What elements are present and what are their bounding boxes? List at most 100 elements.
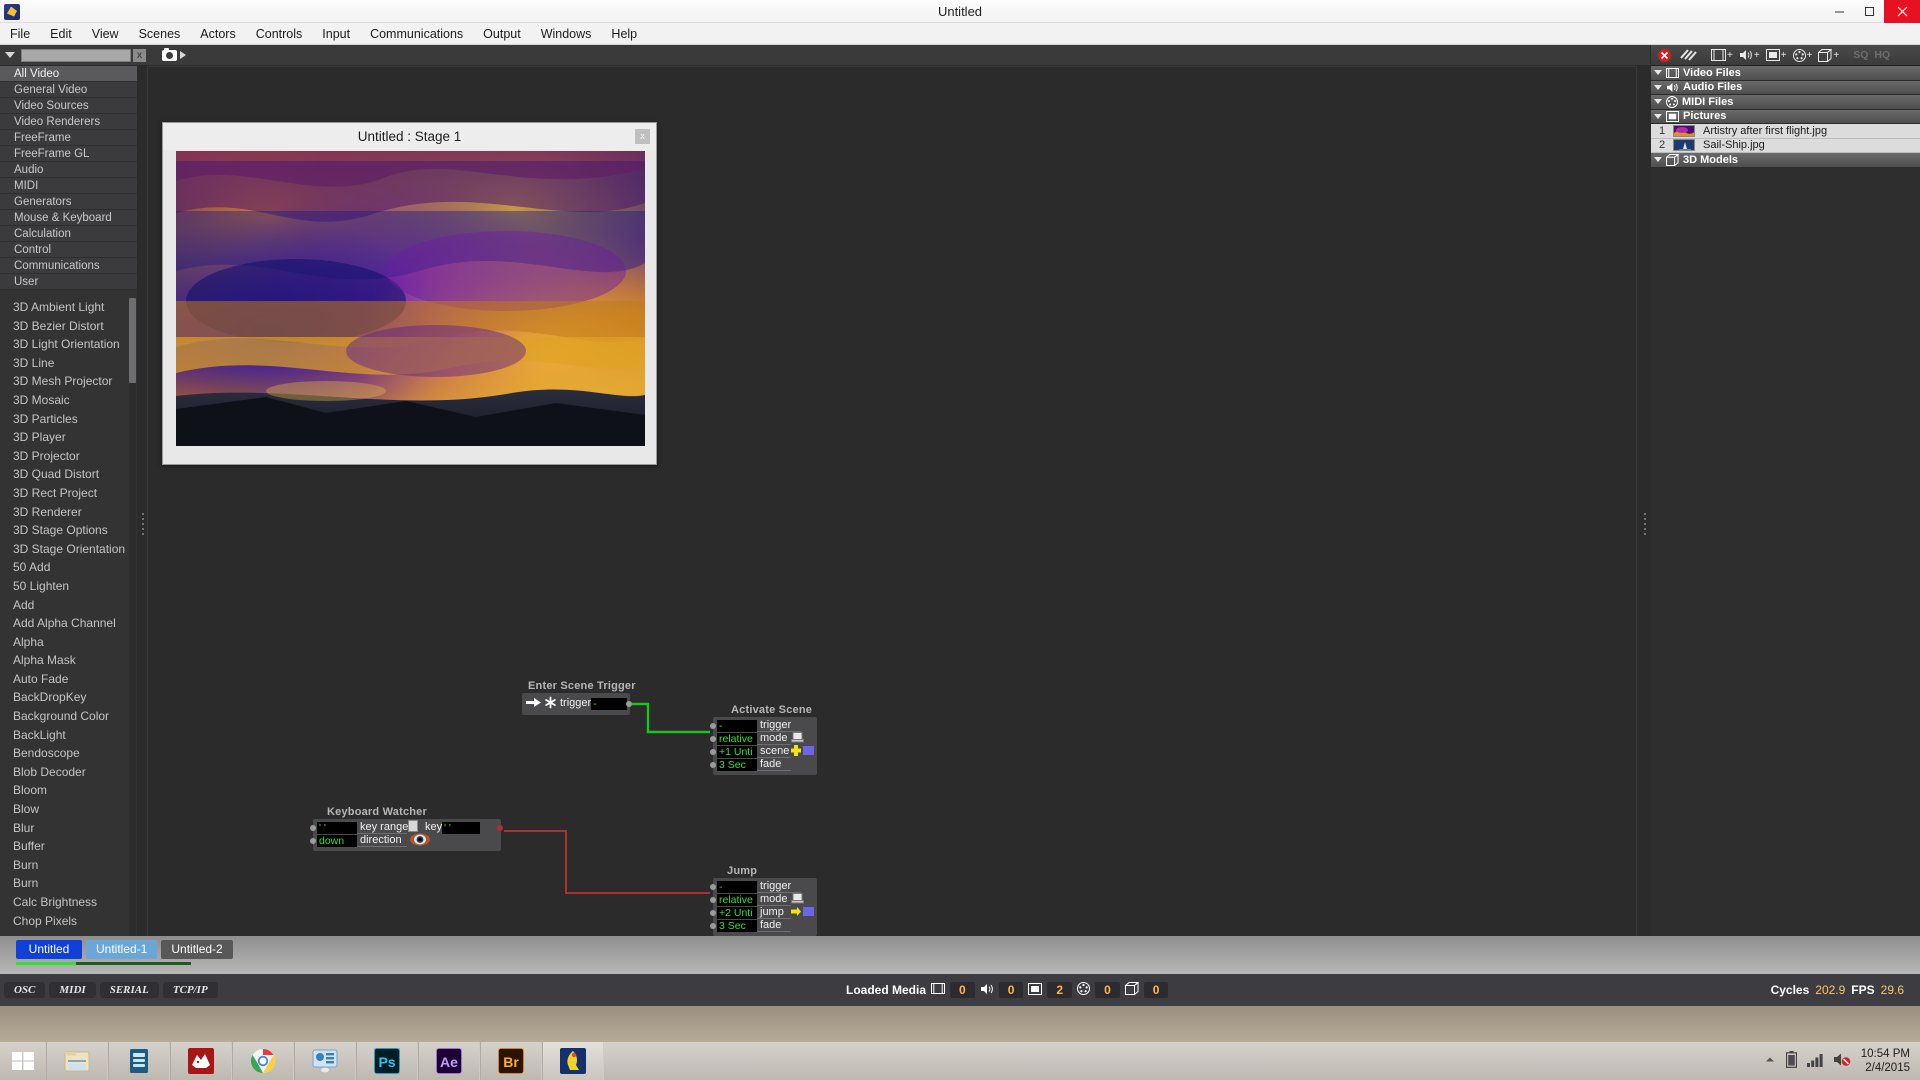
category-item-user[interactable]: User: [0, 274, 137, 290]
scene-tab-untitled[interactable]: Untitled: [16, 940, 82, 959]
category-item-communications[interactable]: Communications: [0, 258, 137, 274]
media-bin-header-midi-files[interactable]: MIDI Files: [1651, 95, 1920, 110]
triangle-down-icon[interactable]: [1654, 70, 1662, 76]
mode-swatch-icon[interactable]: [791, 892, 804, 907]
arrow-blue-icon[interactable]: [791, 906, 815, 920]
scrollbar-thumb[interactable]: [129, 298, 136, 383]
actor-item[interactable]: 3D Light Orientation: [0, 335, 137, 354]
actor-item[interactable]: 3D Rect Project: [0, 484, 137, 503]
node-port-value[interactable]: relative: [717, 732, 757, 745]
actor-list-scrollbar[interactable]: [129, 298, 136, 981]
triangle-down-icon[interactable]: [1654, 99, 1662, 105]
stage-close-button[interactable]: x: [635, 129, 650, 144]
media-bin-header-pictures[interactable]: Pictures: [1651, 109, 1920, 124]
taskbar-notes-app[interactable]: [108, 1042, 170, 1080]
triangle-down-icon[interactable]: [5, 52, 15, 58]
input-port[interactable]: [710, 909, 716, 916]
clear-media-button[interactable]: [1653, 47, 1675, 64]
category-item-mouse-keyboard[interactable]: Mouse & Keyboard: [0, 210, 137, 226]
input-port[interactable]: [310, 837, 316, 844]
menu-help[interactable]: Help: [601, 23, 647, 45]
menu-controls[interactable]: Controls: [246, 23, 313, 45]
add-audio-button[interactable]: +: [1737, 47, 1762, 64]
node-port-value[interactable]: -: [717, 719, 757, 732]
output-port[interactable]: [497, 825, 503, 831]
input-port[interactable]: [310, 824, 316, 831]
taskbar-photoshop[interactable]: Ps: [356, 1042, 418, 1080]
media-item-row[interactable]: 2 Sail-Ship.jpg: [1651, 138, 1920, 153]
category-item-video-sources[interactable]: Video Sources: [0, 98, 137, 114]
input-port[interactable]: [710, 896, 716, 903]
category-item-generators[interactable]: Generators: [0, 194, 137, 210]
taskbar-clock[interactable]: 10:54 PM 2/4/2015: [1861, 1047, 1910, 1075]
actor-item[interactable]: Add: [0, 596, 137, 615]
media-bin-header-3d-models[interactable]: 3D Models: [1651, 153, 1920, 168]
actor-item[interactable]: 3D Projector: [0, 447, 137, 466]
clear-search-button[interactable]: x: [133, 48, 146, 62]
triangle-down-icon[interactable]: [1654, 157, 1662, 163]
menu-edit[interactable]: Edit: [40, 23, 82, 45]
status-tcpip[interactable]: TCP/IP: [162, 982, 218, 998]
status-serial[interactable]: SERIAL: [99, 982, 159, 998]
actor-item[interactable]: BackDropKey: [0, 688, 137, 707]
actor-item[interactable]: 3D Player: [0, 428, 137, 447]
actor-item[interactable]: Calc Brightness: [0, 893, 137, 912]
node-port-value[interactable]: +2 Unti: [717, 906, 757, 919]
actor-item[interactable]: Bloom: [0, 781, 137, 800]
menu-input[interactable]: Input: [312, 23, 360, 45]
menu-communications[interactable]: Communications: [360, 23, 473, 45]
left-splitter[interactable]: [139, 66, 146, 981]
actor-item[interactable]: 50 Add: [0, 558, 137, 577]
actor-item[interactable]: 3D Line: [0, 354, 137, 373]
category-item-general-video[interactable]: General Video: [0, 82, 137, 98]
node-port-value[interactable]: -: [591, 697, 628, 710]
menu-windows[interactable]: Windows: [531, 23, 602, 45]
taskbar-bridge[interactable]: Br: [480, 1042, 542, 1080]
battery-icon[interactable]: [1785, 1051, 1797, 1071]
category-item-freeframe-gl[interactable]: FreeFrame GL: [0, 146, 137, 162]
status-midi[interactable]: MIDI: [49, 982, 96, 998]
triangle-down-icon[interactable]: [1654, 84, 1662, 90]
taskbar-isadora[interactable]: [542, 1042, 604, 1080]
actor-item[interactable]: Bendoscope: [0, 744, 137, 763]
actor-item[interactable]: Buffer: [0, 837, 137, 856]
actor-item[interactable]: Burn: [0, 874, 137, 893]
snapshot-controls[interactable]: [162, 47, 186, 61]
actor-item[interactable]: 3D Stage Orientation: [0, 540, 137, 559]
category-item-all-video[interactable]: All Video: [0, 66, 137, 82]
menu-scenes[interactable]: Scenes: [129, 23, 191, 45]
taskbar-google-chrome[interactable]: [232, 1042, 294, 1080]
category-item-audio[interactable]: Audio: [0, 162, 137, 178]
node-keyboard-watcher[interactable]: Keyboard Watcher ' ' key range key ' ' d: [310, 806, 503, 851]
taskbar-wolf-app[interactable]: [170, 1042, 232, 1080]
menu-output[interactable]: Output: [473, 23, 531, 45]
input-port[interactable]: [710, 922, 716, 929]
triangle-down-icon[interactable]: [1654, 113, 1662, 119]
media-item-row[interactable]: 1 Artistry after first flight.jpg: [1651, 124, 1920, 139]
add-3d-button[interactable]: +: [1816, 47, 1841, 64]
category-item-control[interactable]: Control: [0, 242, 137, 258]
node-port-value[interactable]: relative: [717, 893, 757, 906]
actor-item[interactable]: Alpha: [0, 633, 137, 652]
search-input[interactable]: [21, 48, 131, 62]
stage-preview-window[interactable]: Untitled : Stage 1 x: [162, 122, 657, 465]
camera-icon[interactable]: [162, 47, 177, 61]
actor-item[interactable]: Add Alpha Channel: [0, 614, 137, 633]
node-port-value[interactable]: ' ': [317, 821, 357, 834]
scene-tab-untitled-2[interactable]: Untitled-2: [161, 940, 233, 959]
actor-item[interactable]: Chop Pixels: [0, 912, 137, 931]
input-port[interactable]: [710, 722, 716, 729]
add-video-button[interactable]: +: [1709, 47, 1735, 64]
actor-item[interactable]: 3D Bezier Distort: [0, 317, 137, 336]
actor-item[interactable]: Alpha Mask: [0, 651, 137, 670]
node-port-value[interactable]: 3 Sec: [717, 919, 757, 932]
hq-button[interactable]: HQ: [1872, 47, 1892, 64]
status-osc[interactable]: OSC: [4, 982, 46, 998]
plus-blue-icon[interactable]: [791, 744, 815, 759]
input-port[interactable]: [710, 748, 716, 755]
media-bin-header-video-files[interactable]: Video Files: [1651, 66, 1920, 81]
actor-item[interactable]: Auto Fade: [0, 670, 137, 689]
network-icon[interactable]: [1806, 1053, 1823, 1070]
volume-muted-icon[interactable]: [1833, 1052, 1851, 1070]
windows-start-icon[interactable]: [0, 1042, 46, 1080]
